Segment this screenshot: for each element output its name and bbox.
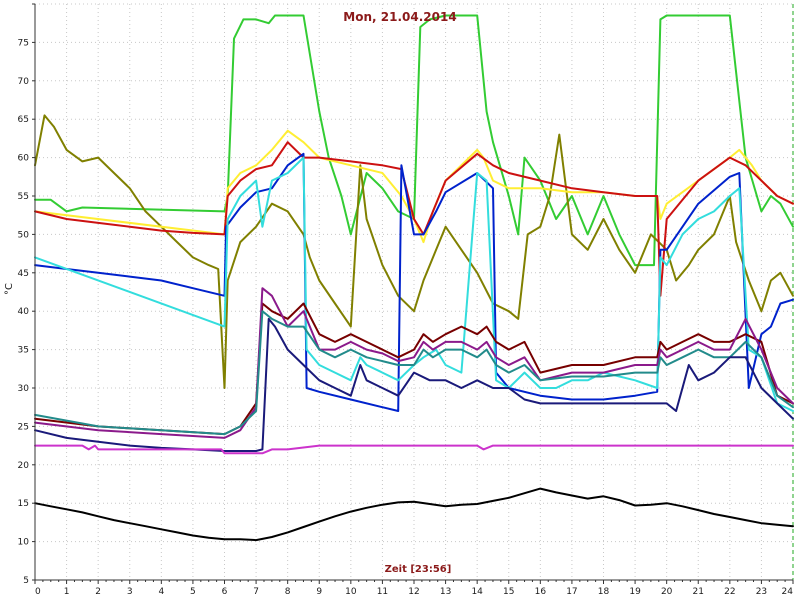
y-tick-label: 50 xyxy=(18,230,30,240)
temperature-chart: 510152025303540455055606570750 1 2 3 4 5 6 7 8 9 1… xyxy=(0,0,800,600)
y-tick-label: 55 xyxy=(18,192,29,202)
x-tick-label: 1 xyxy=(64,587,70,597)
x-tick-label: 9 xyxy=(316,587,322,597)
x-tick-label: 12 xyxy=(408,587,419,597)
x-tick-label: 15 xyxy=(503,587,514,597)
x-tick-label: 11 xyxy=(377,587,388,597)
chart-title: Mon, 21.04.2014 xyxy=(343,10,456,24)
y-tick-label: 45 xyxy=(18,269,29,279)
x-tick-label: 17 xyxy=(566,587,577,597)
y-axis-label: °C xyxy=(4,283,15,295)
x-tick-label: 16 xyxy=(535,587,547,597)
x-tick-label: 22 xyxy=(724,587,735,597)
x-tick-label: 2 xyxy=(95,587,101,597)
y-tick-label: 35 xyxy=(18,346,29,356)
y-tick-label: 40 xyxy=(18,307,30,317)
y-tick-label: 5 xyxy=(23,576,29,586)
x-tick-label: 0 xyxy=(35,587,41,597)
x-tick-label: 18 xyxy=(598,587,610,597)
x-tick-label: 5 xyxy=(190,587,196,597)
x-tick-label: 23 xyxy=(756,587,767,597)
x-tick-label: 14 xyxy=(471,587,483,597)
y-tick-label: 60 xyxy=(18,154,30,164)
y-tick-label: 10 xyxy=(18,538,30,548)
x-tick-label: 10 xyxy=(345,587,357,597)
x-tick-label: 19 xyxy=(629,587,641,597)
y-tick-label: 70 xyxy=(18,77,30,87)
x-tick-label: 6 xyxy=(222,587,228,597)
y-tick-label: 30 xyxy=(18,384,30,394)
x-tick-label: 24 xyxy=(782,587,794,597)
y-tick-label: 15 xyxy=(18,499,29,509)
y-tick-label: 20 xyxy=(18,461,30,471)
x-tick-label: 20 xyxy=(661,587,673,597)
x-tick-label: 3 xyxy=(127,587,133,597)
y-tick-label: 65 xyxy=(18,115,29,125)
x-tick-label: 7 xyxy=(253,587,259,597)
x-tick-label: 21 xyxy=(693,587,704,597)
x-axis-label: Zeit [23:56] xyxy=(385,564,452,575)
x-tick-label: 4 xyxy=(158,587,164,597)
x-tick-label: 13 xyxy=(440,587,451,597)
x-tick-label: 8 xyxy=(285,587,291,597)
y-tick-label: 25 xyxy=(18,422,29,432)
y-tick-label: 75 xyxy=(18,38,29,48)
